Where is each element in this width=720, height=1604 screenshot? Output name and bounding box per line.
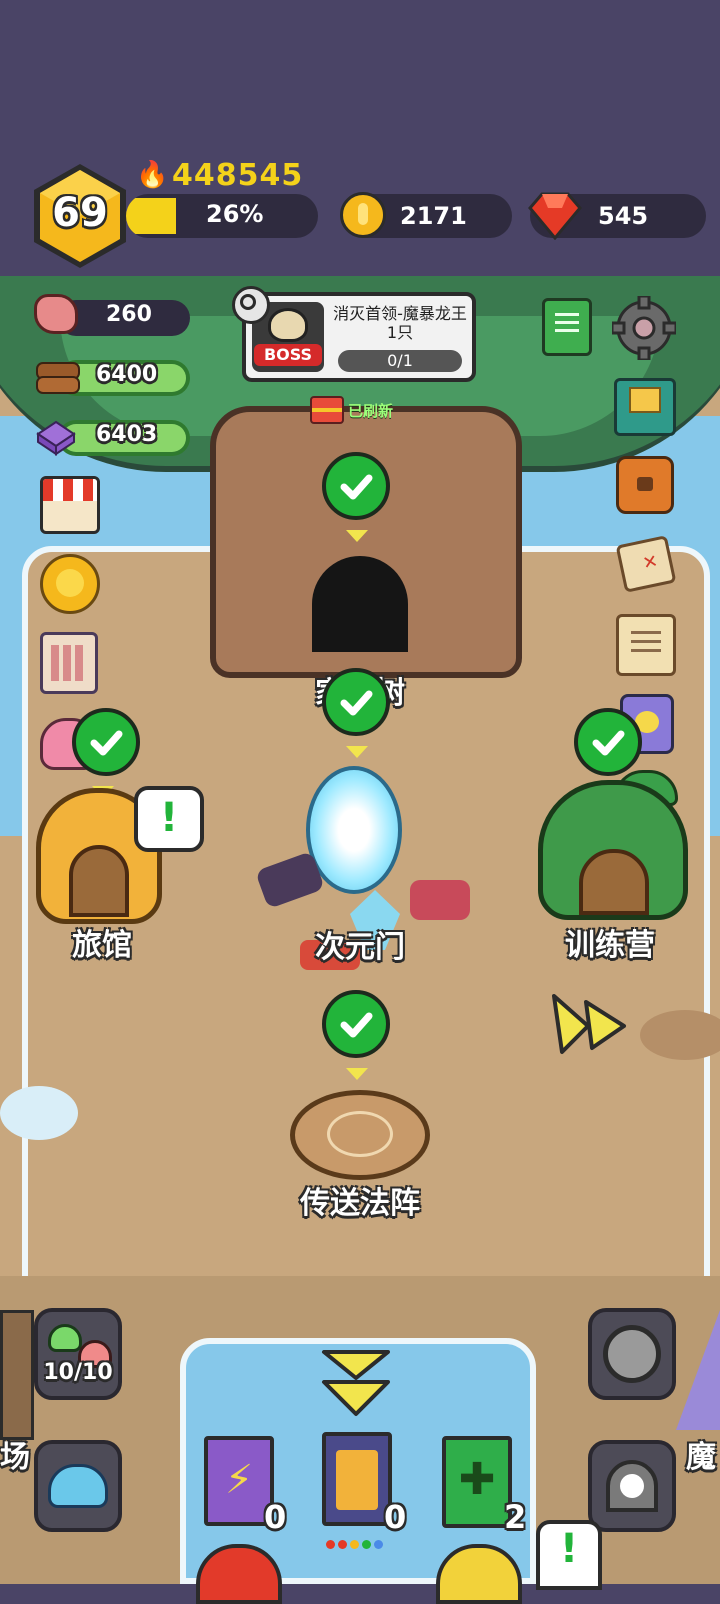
gold-coin-icon [340,192,386,238]
book-gold-count: 0 [384,1498,407,1536]
exp-bar: 26% [126,194,318,238]
mail-button[interactable] [614,378,676,436]
skill-book-gold[interactable] [322,1432,392,1526]
portal-check-icon [322,668,390,736]
flame-icon: 🔥 [136,160,169,190]
left-edge-label[interactable]: 场 [0,1432,30,1476]
shop-button[interactable] [40,476,100,534]
inn-alert-bubble[interactable]: ! [134,786,204,852]
power-display: 🔥 [136,160,168,190]
portal-pointer [346,746,368,758]
crystal-ingot-icon [36,420,76,456]
right-edge-label[interactable]: 魔 [686,1432,716,1476]
power-value: 448545 [172,158,304,193]
notice-scroll-button[interactable] [616,614,676,676]
sword-swap-icon [603,1325,661,1383]
teleport-check-icon [322,990,390,1058]
gold-counter[interactable]: 2171 [340,192,512,238]
ruby-icon [528,192,582,240]
skill-book-green[interactable]: ✚ [442,1436,512,1528]
equipment-forge-button[interactable] [588,1308,676,1400]
quest-title: 消灭首领-魔暴龙王1只 [333,304,467,342]
quest-card[interactable]: BOSS 消灭首领-魔暴龙王1只 0/1 [242,292,476,382]
calendar-button[interactable] [40,632,98,694]
book-menu-button[interactable] [542,298,592,356]
magnifier-icon[interactable] [232,286,270,324]
gem-counter[interactable]: 545 [528,192,706,240]
crystal-value: 6403 [96,422,158,447]
level-value: 69 [52,190,108,236]
chest-icon[interactable] [310,396,344,424]
quest-progress: 0/1 [338,350,462,372]
training-camp-house[interactable] [538,780,688,920]
teleport-label[interactable]: 传送法阵 [270,1178,450,1222]
wood-value: 6400 [96,362,158,387]
boss-badge: BOSS [254,344,322,366]
book-green-count: 2 [504,1498,527,1536]
slime-swap-button[interactable]: 10/10 [34,1308,122,1400]
training-label[interactable]: 训练营 [550,920,670,964]
tree-pointer [346,530,368,542]
gem-value: 545 [598,202,649,230]
plus-icon: ✚ [458,1454,496,1505]
tree-check-icon [322,452,390,520]
dirt-patch [640,1010,720,1060]
teleport-pointer [346,1068,368,1080]
puddle [0,1086,78,1140]
left-edge-building[interactable] [0,1310,34,1440]
slime-counter: 10/10 [43,1360,113,1385]
gold-value: 2171 [400,202,467,230]
fast-forward-icon[interactable] [548,990,632,1060]
settings-button[interactable] [610,294,678,362]
page-dots [326,1540,386,1550]
inn-label[interactable]: 旅馆 [52,920,152,964]
wood-icon [34,356,80,396]
gear-icon [610,294,678,362]
rank-medal-button[interactable] [40,554,100,614]
exclamation-icon: ! [159,795,179,841]
level-badge[interactable]: 69 [30,160,130,272]
stone-gate-button[interactable] [588,1440,676,1532]
exp-bar-fill [126,198,176,234]
meat-value: 260 [106,302,152,327]
exp-percent: 26% [206,200,264,228]
stone-portal-icon [606,1460,658,1512]
meat-icon [34,294,78,334]
blue-slime-icon [48,1464,108,1508]
inn-check-icon [72,708,140,776]
teleport-circle[interactable] [290,1090,430,1180]
double-down-arrow-icon[interactable] [318,1348,394,1420]
skull-icon [268,308,308,342]
tree-door [312,556,408,652]
portal-label[interactable]: 次元门 [290,922,430,966]
book-purple-count: 0 [264,1498,287,1536]
lightning-icon: ⚡ [224,1457,254,1503]
exclamation-icon: ! [559,1526,579,1572]
bottom-alert-bubble[interactable]: ! [536,1520,602,1590]
refresh-label: 已刷新 [348,402,394,420]
training-check-icon [574,708,642,776]
slime-button[interactable] [34,1440,122,1532]
backpack-button[interactable] [616,456,674,514]
